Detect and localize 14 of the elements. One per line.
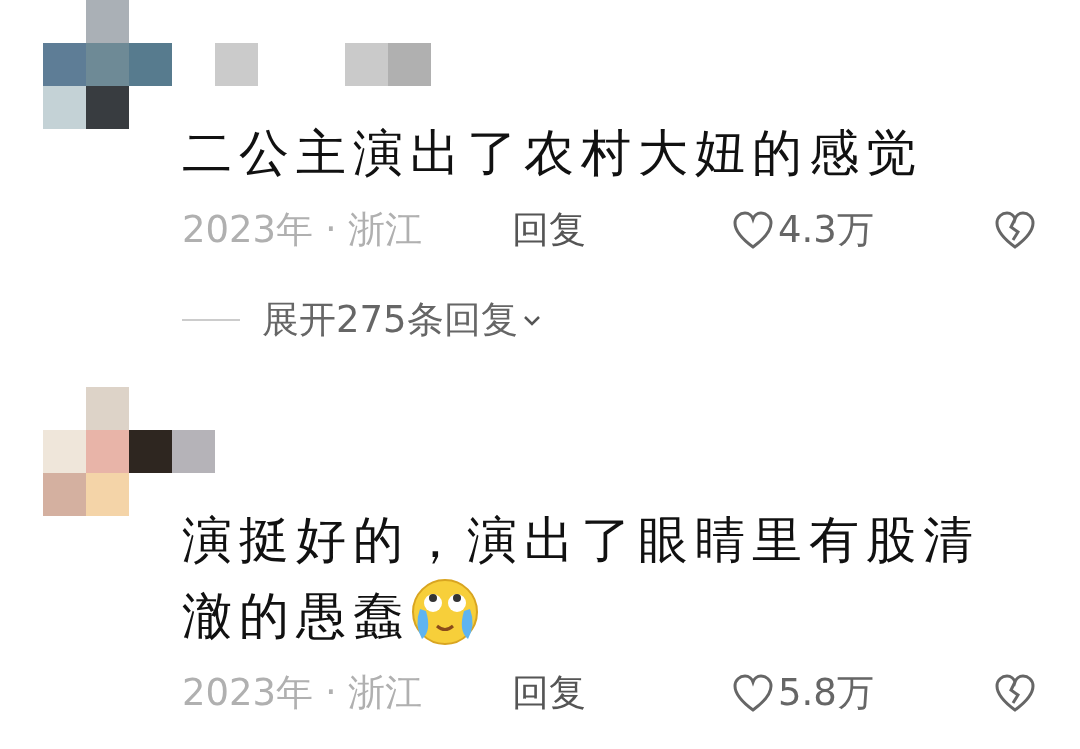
- teary-face-icon: [410, 577, 480, 647]
- like-count: 4.3万: [778, 207, 874, 254]
- reply-link[interactable]: 回复: [512, 202, 732, 258]
- like-count: 5.8万: [778, 670, 874, 717]
- comment-text: 二公主演出了农村大妞的感觉: [182, 123, 924, 184]
- dislike-broken-heart-icon[interactable]: [994, 210, 1036, 250]
- date-location: 2023年 · 浙江: [182, 670, 424, 717]
- expand-replies-link[interactable]: 展开275条回复: [262, 292, 542, 348]
- comment-text: 演挺好的，演出了眼睛里有股清澈的愚蠢: [182, 510, 981, 649]
- like-heart-icon[interactable]: [732, 210, 774, 250]
- date-location: 2023年 · 浙江: [182, 207, 424, 254]
- reply-link[interactable]: 回复: [512, 665, 732, 721]
- dislike-broken-heart-icon[interactable]: [994, 673, 1036, 713]
- like-heart-icon[interactable]: [732, 673, 774, 713]
